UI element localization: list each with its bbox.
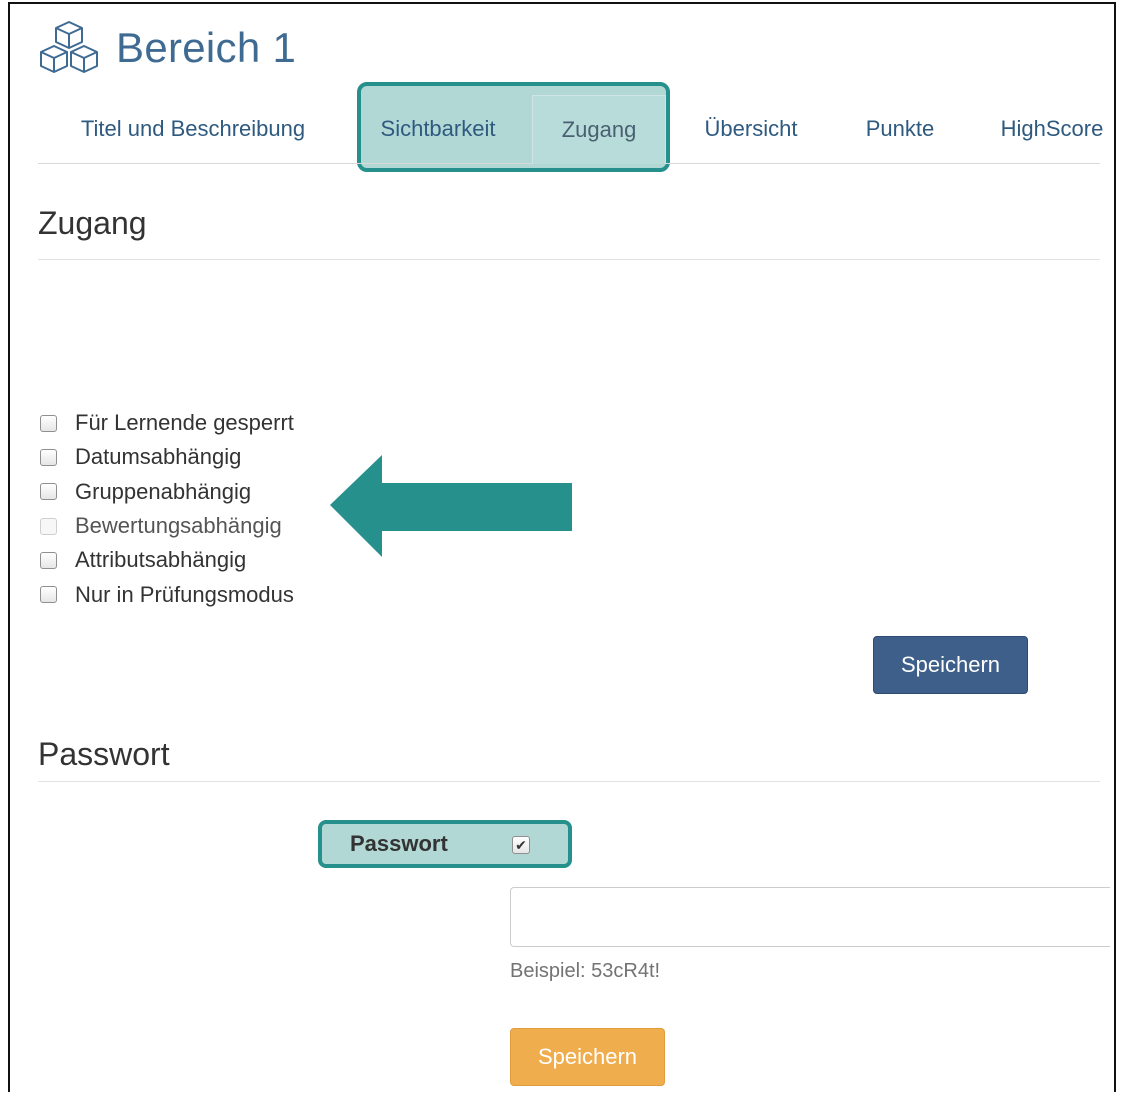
checkbox[interactable]	[40, 448, 57, 466]
option-label: Datumsabhängig	[75, 444, 242, 470]
tab-bar: Titel und Beschreibung Sichtbarkeit Zuga…	[38, 94, 1103, 164]
option-label: Gruppenabhängig	[75, 478, 252, 504]
section-divider	[38, 781, 1100, 782]
tab-highscore[interactable]: HighScore	[982, 94, 1122, 164]
tab-uebersicht[interactable]: Übersicht	[686, 94, 816, 164]
option-fuer-lernende-gesperrt[interactable]: Für Lernende gesperrt	[38, 406, 294, 440]
page-title: Bereich 1	[116, 24, 297, 71]
password-input[interactable]	[510, 887, 1110, 947]
option-nur-in-pruefungsmodus[interactable]: Nur in Prüfungsmodus	[38, 577, 294, 611]
password-label: Passwort	[350, 831, 448, 856]
access-options: Für Lernende gesperrt Datumsabhängig Gru…	[38, 406, 294, 612]
section-divider	[38, 259, 1100, 260]
checkbox[interactable]	[40, 483, 57, 501]
page-header: Bereich 1	[36, 20, 296, 76]
section-title-passwort: Passwort	[38, 736, 170, 772]
checkbox[interactable]	[40, 586, 57, 604]
checkmark-icon: ✔	[515, 837, 527, 853]
password-help-text: Beispiel: 53cR4t!	[510, 960, 661, 982]
option-attributsabhaengig[interactable]: Attributsabhängig	[38, 543, 294, 577]
checkbox-disabled	[40, 517, 57, 535]
section-title-zugang: Zugang	[38, 205, 147, 241]
tab-punkte[interactable]: Punkte	[838, 94, 962, 164]
option-label: Nur in Prüfungsmodus	[75, 581, 294, 607]
arrow-left-annotation	[330, 455, 572, 557]
tab-zugang[interactable]: Zugang	[532, 95, 666, 164]
checkbox[interactable]	[40, 551, 57, 569]
option-label: Bewertungsabhängig	[75, 513, 282, 539]
option-label: Für Lernende gesperrt	[75, 410, 294, 436]
password-checkbox[interactable]: ✔	[512, 836, 530, 854]
save-password-button[interactable]: Speichern	[510, 1028, 665, 1086]
cubes-icon	[40, 21, 98, 73]
option-gruppenabhaengig[interactable]: Gruppenabhängig	[38, 475, 294, 509]
option-datumsabhaengig[interactable]: Datumsabhängig	[38, 440, 294, 474]
tab-sichtbarkeit[interactable]: Sichtbarkeit	[366, 94, 510, 164]
tab-titel-und-beschreibung[interactable]: Titel und Beschreibung	[38, 94, 348, 164]
option-label: Attributsabhängig	[75, 547, 247, 573]
option-bewertungsabhaengig: Bewertungsabhängig	[38, 509, 294, 543]
checkbox[interactable]	[40, 414, 57, 432]
save-access-button[interactable]: Speichern	[873, 636, 1028, 694]
